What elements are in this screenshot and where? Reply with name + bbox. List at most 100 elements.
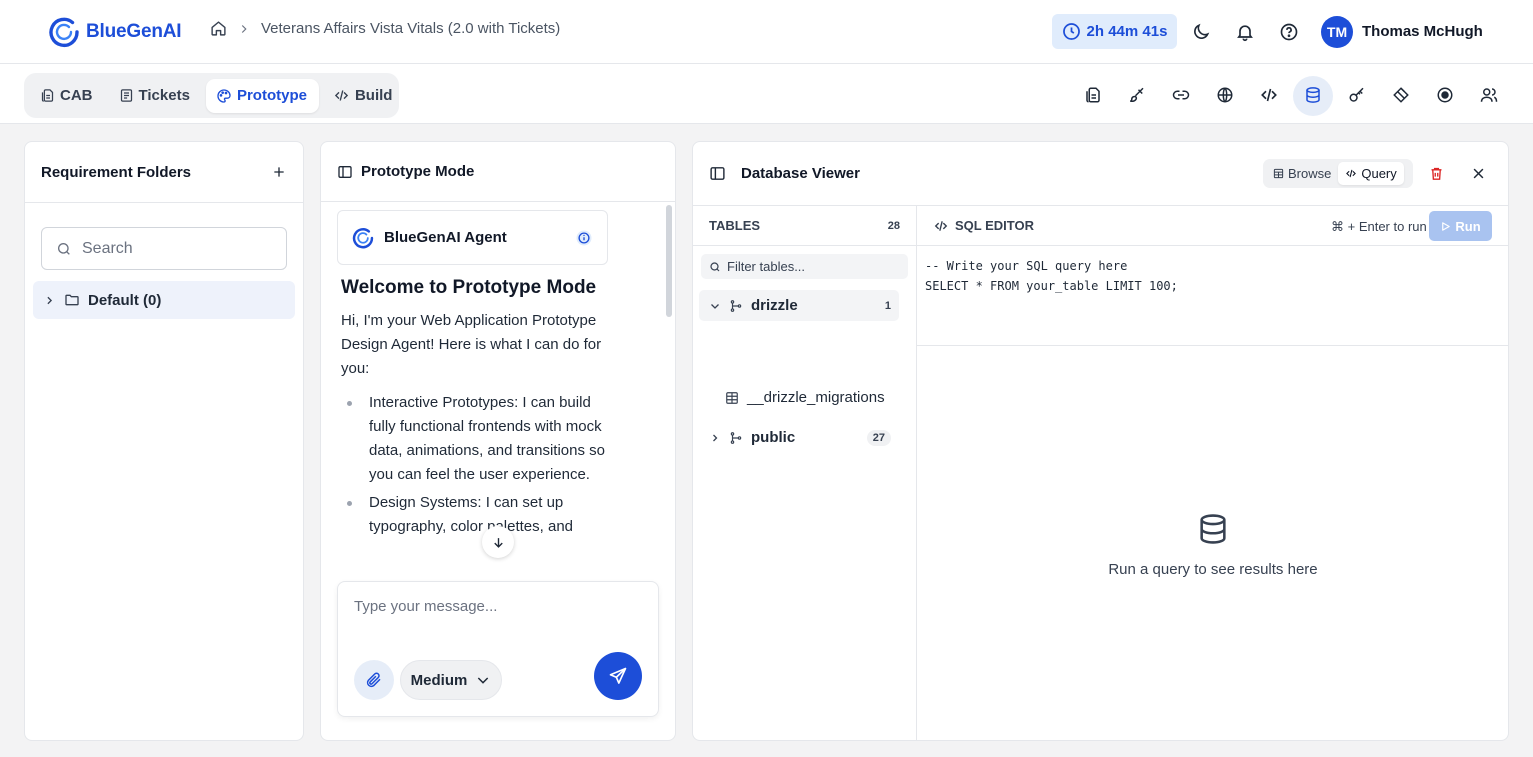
table-name: __drizzle_migrations — [747, 389, 885, 406]
help-icon[interactable] — [1279, 22, 1299, 42]
list-icon — [119, 88, 134, 103]
logo-icon — [48, 16, 80, 48]
file-icon[interactable] — [1084, 86, 1102, 104]
globe-icon[interactable] — [1216, 86, 1234, 104]
database-icon[interactable] — [1304, 86, 1322, 104]
code-icon[interactable] — [1260, 86, 1278, 104]
moon-icon[interactable] — [1191, 22, 1211, 42]
tables-count: 28 — [887, 219, 900, 232]
sidebar-toggle-icon[interactable] — [709, 165, 726, 182]
record-icon[interactable] — [1436, 86, 1454, 104]
avatar[interactable]: TM — [1321, 16, 1353, 48]
bell-icon[interactable] — [1235, 22, 1255, 42]
agent-logo-icon — [352, 227, 374, 249]
agent-name: BlueGenAI Agent — [384, 229, 507, 246]
info-icon[interactable] — [575, 229, 593, 247]
app-logo[interactable]: BlueGenAI — [48, 16, 182, 48]
sql-editor-area: SQL EDITOR ⌘ + Enter to run Run -- Write… — [917, 206, 1508, 740]
schema-drizzle[interactable]: drizzle 1 — [699, 290, 899, 321]
database-icon — [1196, 512, 1230, 546]
tab-prototype[interactable]: Prototype — [205, 78, 319, 113]
home-icon[interactable] — [210, 20, 227, 37]
tab-build[interactable]: Build — [323, 79, 405, 113]
send-icon — [608, 666, 628, 686]
key-icon[interactable] — [1348, 86, 1366, 104]
scroll-to-bottom-button[interactable] — [482, 526, 514, 558]
sidebar-toggle-icon[interactable] — [337, 164, 353, 180]
attach-button[interactable] — [354, 660, 394, 700]
tab-label: Prototype — [236, 87, 307, 104]
schema-public[interactable]: public 27 — [699, 422, 899, 453]
table-item[interactable]: __drizzle_migrations — [725, 389, 885, 406]
clock-icon — [1062, 22, 1081, 41]
add-folder-icon[interactable] — [271, 164, 287, 180]
message-input[interactable] — [354, 598, 634, 615]
tab-cab[interactable]: CAB — [30, 79, 105, 113]
chevron-right-icon[interactable] — [709, 432, 721, 444]
document-icon — [40, 88, 55, 103]
sql-editor[interactable]: -- Write your SQL query here SELECT * FR… — [917, 246, 1508, 346]
query-label: Query — [1361, 166, 1397, 181]
grid-icon — [1273, 168, 1284, 179]
chevron-right-icon[interactable] — [43, 294, 56, 307]
send-button[interactable] — [594, 652, 642, 700]
folder-search[interactable] — [41, 227, 287, 270]
run-button[interactable]: Run — [1429, 211, 1492, 241]
session-timer[interactable]: 2h 44m 41s — [1052, 14, 1177, 49]
folder-item[interactable]: Default (0) — [33, 281, 295, 319]
prototype-chat-panel: Prototype Mode BlueGenAI Agent Welcome t… — [320, 141, 676, 741]
schema-count: 27 — [866, 429, 891, 446]
filter-input[interactable] — [727, 259, 907, 274]
agent-card: BlueGenAI Agent — [337, 210, 608, 265]
close-icon[interactable] — [1471, 166, 1486, 181]
scrollbar[interactable] — [666, 205, 672, 317]
panel-title: Database Viewer — [741, 165, 860, 182]
schema-icon — [729, 299, 743, 313]
tables-sidebar: TABLES 28 drizzle 1 __drizzle_migrations — [693, 206, 917, 740]
search-icon — [709, 261, 721, 273]
requirement-folders-panel: Requirement Folders Default (0) — [24, 141, 304, 741]
effort-value: Medium — [410, 671, 468, 689]
app-name: BlueGenAI — [86, 21, 182, 42]
arrow-down-icon — [491, 535, 506, 550]
top-header: BlueGenAI Veterans Affairs Vista Vitals … — [0, 0, 1533, 64]
users-icon[interactable] — [1480, 86, 1498, 104]
view-mode-toggle: Browse Query — [1263, 159, 1413, 188]
schema-name: public — [751, 429, 796, 446]
table-icon — [725, 391, 739, 405]
browse-button[interactable]: Browse — [1266, 162, 1338, 185]
tab-label: Build — [354, 87, 393, 104]
paperclip-icon — [365, 671, 383, 689]
chevron-down-icon[interactable] — [709, 300, 721, 312]
breadcrumb-project[interactable]: Veterans Affairs Vista Vitals (2.0 with … — [261, 20, 560, 37]
intro-text: Hi, I'm your Web Application Prototype D… — [341, 312, 602, 377]
editor-heading: SQL EDITOR — [933, 218, 1034, 233]
query-button[interactable]: Query — [1338, 162, 1404, 185]
user-name[interactable]: Thomas McHugh — [1362, 23, 1483, 40]
effort-select[interactable]: Medium — [400, 660, 502, 700]
play-icon — [1440, 221, 1451, 232]
tables-heading: TABLES — [709, 218, 761, 233]
tab-label: CAB — [60, 87, 93, 104]
message-composer: Medium — [337, 581, 659, 717]
list-item: Interactive Prototypes: I can build full… — [347, 391, 609, 487]
code-icon — [1345, 168, 1357, 179]
trash-icon[interactable] — [1429, 166, 1444, 181]
link-icon[interactable] — [1172, 86, 1190, 104]
breadcrumb: Veterans Affairs Vista Vitals (2.0 with … — [210, 20, 560, 37]
gem-icon[interactable] — [1392, 86, 1410, 104]
table-filter[interactable] — [701, 254, 908, 279]
panel-title: Prototype Mode — [361, 163, 475, 180]
chevron-right-icon — [237, 22, 251, 36]
results-empty-state: Run a query to see results here — [917, 512, 1508, 578]
run-label: Run — [1455, 218, 1481, 234]
chat-messages[interactable]: BlueGenAI Agent Welcome to Prototype Mod… — [337, 210, 653, 570]
tab-label: Tickets — [138, 87, 190, 104]
tab-tickets[interactable]: Tickets — [109, 79, 202, 113]
brush-icon[interactable] — [1128, 86, 1146, 104]
search-input[interactable] — [82, 239, 272, 258]
code-icon — [333, 88, 350, 103]
welcome-heading: Welcome to Prototype Mode — [341, 277, 597, 298]
browse-label: Browse — [1288, 166, 1332, 181]
capability-list: Interactive Prototypes: I can build full… — [347, 391, 609, 539]
